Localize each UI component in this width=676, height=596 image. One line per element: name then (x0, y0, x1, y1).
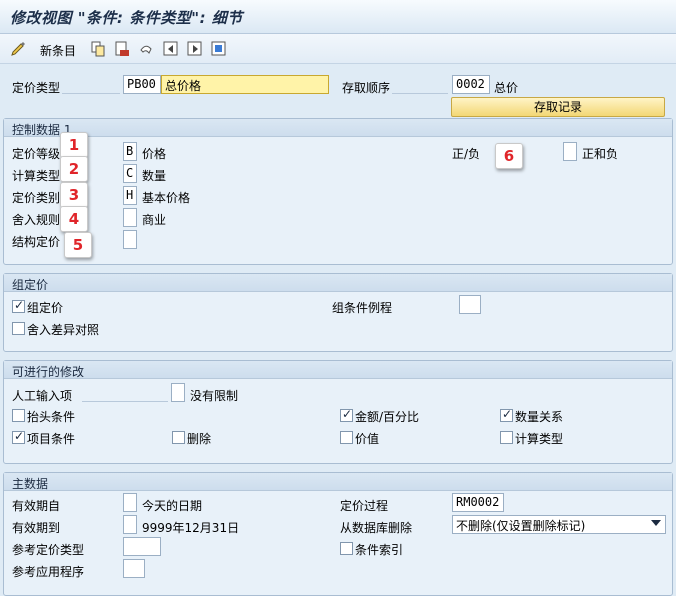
callout-badge: 3 (60, 182, 88, 208)
valid-from-desc: 今天的日期 (142, 499, 203, 513)
pricing-type-desc-field[interactable]: 总价格 (161, 75, 329, 94)
valid-from-label: 有效期自 (12, 499, 61, 513)
qty-relation-label: 数量关系 (515, 410, 564, 424)
valid-to-field[interactable] (123, 515, 137, 534)
divider (392, 93, 448, 94)
title-bar: 修改视图 "条件: 条件类型": 细节 (0, 0, 676, 34)
structure-pricing-label: 结构定价 (12, 235, 61, 249)
callout-badge: 2 (60, 156, 88, 182)
divider (62, 93, 120, 94)
manual-entry-field[interactable] (171, 383, 185, 402)
pricing-level-field[interactable]: B (123, 142, 137, 161)
changes-group: 可进行的修改 (3, 360, 673, 464)
access-seq-desc: 总价 (494, 81, 519, 95)
select-icon[interactable] (211, 41, 227, 57)
delete-label: 删除 (187, 432, 212, 446)
copy-icon[interactable] (90, 41, 106, 57)
divider (82, 401, 168, 402)
delete-from-db-label: 从数据库删除 (340, 521, 413, 535)
group-title: 控制数据 1 (4, 119, 672, 137)
delete-from-db-select[interactable]: 不删除(仅设置删除标记) (452, 515, 666, 534)
callout-badge: 1 (60, 132, 88, 158)
callout-badge: 4 (60, 206, 88, 232)
rounding-diff-label: 舍入差异对照 (27, 323, 100, 337)
control-data-group: 控制数据 1 (3, 118, 673, 265)
window-title: 修改视图 "条件: 条件类型": 细节 (10, 9, 243, 27)
group-condition-label: 组定价 (27, 301, 64, 315)
new-entries-button[interactable]: 新条目 (40, 42, 76, 58)
structure-pricing-field[interactable] (123, 230, 137, 249)
access-seq-label: 存取顺序 (342, 81, 391, 95)
pricing-proc-field[interactable]: RM0002 (452, 493, 504, 512)
delete-checkbox[interactable] (172, 431, 185, 444)
valid-to-desc: 9999年12月31日 (142, 521, 240, 535)
calc-type-label: 计算类型 (12, 169, 61, 183)
pricing-proc-label: 定价过程 (340, 499, 389, 513)
rounding-rule-field[interactable] (123, 208, 137, 227)
master-data-group: 主数据 (3, 472, 673, 596)
toolbar: 新条目 (0, 34, 676, 64)
ref-application-label: 参考应用程序 (12, 565, 85, 579)
ref-pricing-type-field[interactable] (123, 537, 161, 556)
next-icon[interactable] (187, 41, 203, 57)
pricing-type-code-field[interactable]: PB00 (123, 75, 161, 94)
value-label: 价值 (355, 432, 380, 446)
group-title: 可进行的修改 (4, 361, 672, 379)
pricing-level-label: 定价等级 (12, 147, 61, 161)
chevron-down-icon[interactable] (651, 520, 661, 526)
amount-pct-checkbox[interactable] (340, 407, 353, 422)
calc-type-change-label: 计算类型 (515, 432, 564, 446)
qty-relation-checkbox[interactable] (500, 407, 513, 422)
calc-type-desc: 数量 (142, 169, 167, 183)
pricing-level-desc: 价格 (142, 147, 167, 161)
plus-minus-label: 正/负 (452, 147, 481, 161)
valid-to-label: 有效期到 (12, 521, 61, 535)
access-records-button[interactable]: 存取记录 (451, 97, 665, 117)
rounding-rule-label: 舍入规则 (12, 213, 61, 227)
item-cond-checkbox[interactable] (12, 429, 25, 444)
group-title: 主数据 (4, 473, 672, 491)
cond-index-label: 条件索引 (355, 543, 404, 557)
amount-pct-label: 金额/百分比 (355, 410, 420, 424)
manual-entry-label: 人工输入项 (12, 389, 73, 403)
callout-badge: 5 (64, 232, 92, 258)
prev-icon[interactable] (163, 41, 179, 57)
calc-type-checkbox[interactable] (500, 431, 513, 444)
cond-index-checkbox[interactable] (340, 542, 353, 555)
manual-entry-desc: 没有限制 (190, 389, 239, 403)
group-routine-field[interactable] (459, 295, 481, 314)
undo-icon[interactable] (138, 41, 154, 57)
pricing-type-label: 定价类型 (12, 81, 61, 95)
pricing-category-label: 定价类别 (12, 191, 61, 205)
valid-from-field[interactable] (123, 493, 137, 512)
header-cond-checkbox[interactable] (12, 409, 25, 422)
rounding-rule-desc: 商业 (142, 213, 167, 227)
group-routine-label: 组条件例程 (332, 301, 393, 315)
delete-from-db-value: 不删除(仅设置删除标记) (456, 519, 586, 533)
ref-application-field[interactable] (123, 559, 145, 578)
calc-type-field[interactable]: C (123, 164, 137, 183)
plus-minus-desc: 正和负 (582, 147, 619, 161)
plus-minus-field[interactable] (563, 142, 577, 161)
callout-badge: 6 (495, 143, 523, 169)
pricing-category-desc: 基本价格 (142, 191, 191, 205)
group-condition-checkbox[interactable] (12, 298, 25, 313)
group-title: 组定价 (4, 274, 672, 292)
header-cond-label: 抬头条件 (27, 410, 76, 424)
rounding-diff-checkbox[interactable] (12, 322, 25, 335)
access-seq-code-field[interactable]: 0002 (452, 75, 490, 94)
delete-icon[interactable] (114, 41, 130, 57)
pricing-category-field[interactable]: H (123, 186, 137, 205)
pen-icon[interactable] (10, 41, 26, 57)
ref-pricing-type-label: 参考定价类型 (12, 543, 85, 557)
value-checkbox[interactable] (340, 431, 353, 444)
item-cond-label: 项目条件 (27, 432, 76, 446)
